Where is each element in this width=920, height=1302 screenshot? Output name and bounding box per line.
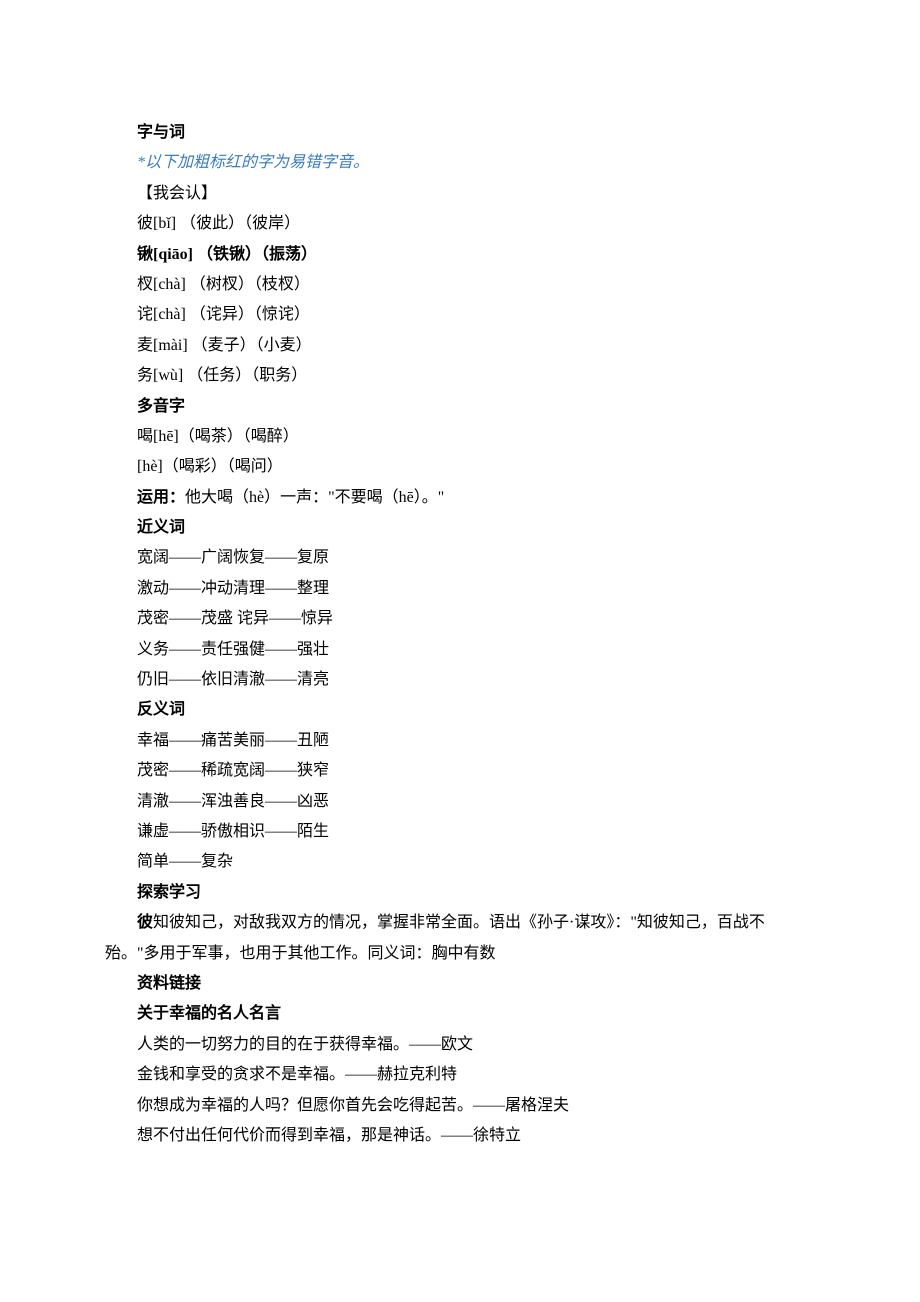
char-line: 锹[qiāo] （铁锹）（振荡）: [105, 240, 815, 270]
section-heading-chars: 字与词: [105, 118, 815, 148]
char-line: 务[wù] （任务）（职务）: [105, 361, 815, 391]
usage-text: 他大喝（hè）一声："不要喝（hē）。": [185, 489, 444, 506]
quote-line: 想不付出任何代价而得到幸福，那是神话。——徐特立: [105, 1121, 815, 1151]
antonym-line: 茂密——稀疏宽阔——狭窄: [105, 756, 815, 786]
heading-resource: 资料链接: [105, 969, 815, 999]
heading-polyphonic: 多音字: [105, 392, 815, 422]
note-text: *以下加粗标红的字为易错字音。: [105, 148, 815, 178]
synonym-line: 仍旧——依旧清澈——清亮: [105, 665, 815, 695]
usage-line: 运用：他大喝（hè）一声："不要喝（hē）。": [105, 483, 815, 513]
explore-lead-char: 彼: [137, 914, 153, 931]
usage-label: 运用：: [137, 489, 185, 506]
heading-antonym: 反义词: [105, 695, 815, 725]
heading-quotes: 关于幸福的名人名言: [105, 999, 815, 1029]
char-line: 杈[chà] （树杈）（枝杈）: [105, 270, 815, 300]
synonym-line: 宽阔——广阔恢复——复原: [105, 543, 815, 573]
explore-body: 彼知彼知己，对敌我双方的情况，掌握非常全面。语出《孙子·谋攻》："知彼知己，百战…: [105, 908, 815, 969]
char-line: 彼[bǐ] （彼此）（彼岸）: [105, 209, 815, 239]
synonym-line: 茂密——茂盛 诧异——惊异: [105, 604, 815, 634]
polyphonic-line: [hè]（喝彩）（喝问）: [105, 452, 815, 482]
synonym-line: 义务——责任强健——强壮: [105, 635, 815, 665]
heading-synonym: 近义词: [105, 513, 815, 543]
polyphonic-line: 喝[hē]（喝茶）（喝醉）: [105, 422, 815, 452]
quote-line: 人类的一切努力的目的在于获得幸福。——欧文: [105, 1030, 815, 1060]
char-line: 诧[chà] （诧异）（惊诧）: [105, 300, 815, 330]
char-line: 麦[mài] （麦子）（小麦）: [105, 331, 815, 361]
quote-line: 你想成为幸福的人吗？但愿你首先会吃得起苦。——屠格涅夫: [105, 1091, 815, 1121]
document-page: 字与词 *以下加粗标红的字为易错字音。 【我会认】 彼[bǐ] （彼此）（彼岸）…: [0, 0, 920, 1302]
antonym-line: 谦虚——骄傲相识——陌生: [105, 817, 815, 847]
antonym-line: 简单——复杂: [105, 847, 815, 877]
quote-line: 金钱和享受的贪求不是幸福。——赫拉克利特: [105, 1060, 815, 1090]
antonym-line: 幸福——痛苦美丽——丑陋: [105, 726, 815, 756]
antonym-line: 清澈——浑浊善良——凶恶: [105, 787, 815, 817]
synonym-line: 激动——冲动清理——整理: [105, 574, 815, 604]
heading-recognize: 【我会认】: [105, 179, 815, 209]
explore-text: 知彼知己，对敌我双方的情况，掌握非常全面。语出《孙子·谋攻》："知彼知己，百战不…: [105, 914, 765, 961]
heading-explore: 探索学习: [105, 878, 815, 908]
